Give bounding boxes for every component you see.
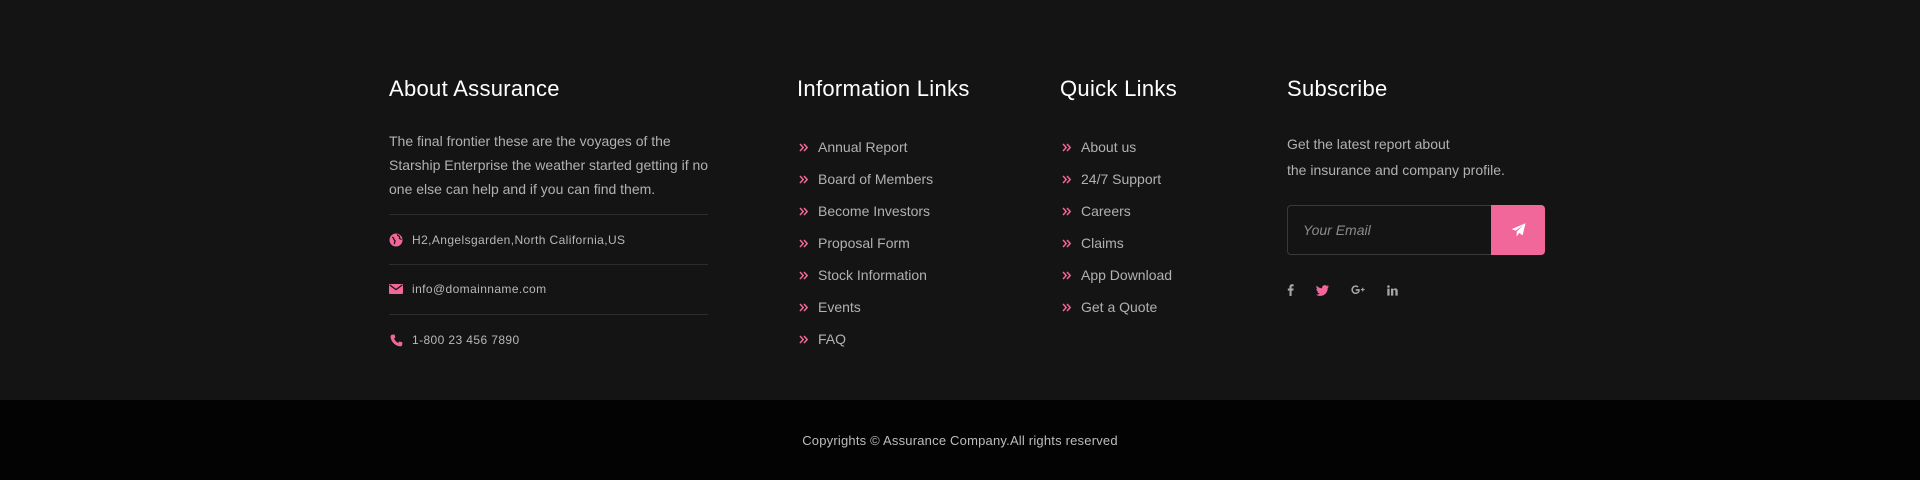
double-chevron-right-icon bbox=[799, 334, 811, 344]
double-chevron-right-icon bbox=[1062, 206, 1074, 216]
quick-link-support[interactable]: 24/7 Support bbox=[1060, 163, 1172, 195]
subscribe-description: Get the latest report about the insuranc… bbox=[1287, 131, 1505, 183]
subscribe-form bbox=[1287, 205, 1545, 255]
contact-email-text[interactable]: info@domainname.com bbox=[412, 282, 547, 296]
link-label[interactable]: FAQ bbox=[818, 331, 846, 347]
subscribe-line-1: Get the latest report about bbox=[1287, 136, 1450, 152]
quick-links-list: About us 24/7 Support Careers Claims App… bbox=[1060, 131, 1172, 323]
link-label[interactable]: Board of Members bbox=[818, 171, 933, 187]
quick-links-heading: Quick Links bbox=[1060, 76, 1178, 101]
link-label[interactable]: Careers bbox=[1081, 203, 1131, 219]
link-label[interactable]: 24/7 Support bbox=[1081, 171, 1161, 187]
copyright-text: Copyrights © Assurance Company.All right… bbox=[802, 432, 1118, 448]
link-label[interactable]: Events bbox=[818, 299, 861, 315]
facebook-icon[interactable] bbox=[1287, 282, 1294, 298]
information-link-proposal-form[interactable]: Proposal Form bbox=[797, 227, 933, 259]
double-chevron-right-icon bbox=[799, 302, 811, 312]
link-label[interactable]: Annual Report bbox=[818, 139, 908, 155]
paper-plane-icon bbox=[1511, 223, 1526, 237]
double-chevron-right-icon bbox=[799, 206, 811, 216]
information-link-board-of-members[interactable]: Board of Members bbox=[797, 163, 933, 195]
globe-icon bbox=[389, 233, 403, 247]
double-chevron-right-icon bbox=[799, 142, 811, 152]
quick-link-claims[interactable]: Claims bbox=[1060, 227, 1172, 259]
double-chevron-right-icon bbox=[799, 238, 811, 248]
contact-phone[interactable]: 1-800 23 456 7890 bbox=[389, 315, 708, 365]
google-plus-icon[interactable] bbox=[1351, 282, 1365, 298]
quick-link-app-download[interactable]: App Download bbox=[1060, 259, 1172, 291]
information-links-heading: Information Links bbox=[797, 76, 970, 101]
information-link-become-investors[interactable]: Become Investors bbox=[797, 195, 933, 227]
double-chevron-right-icon bbox=[1062, 142, 1074, 152]
envelope-icon bbox=[389, 282, 403, 296]
contact-address-text: H2,Angelsgarden,North California,US bbox=[412, 233, 626, 247]
link-label[interactable]: Proposal Form bbox=[818, 235, 910, 251]
twitter-icon[interactable] bbox=[1316, 282, 1329, 298]
double-chevron-right-icon bbox=[1062, 302, 1074, 312]
link-label[interactable]: Claims bbox=[1081, 235, 1124, 251]
contact-phone-text[interactable]: 1-800 23 456 7890 bbox=[412, 333, 520, 347]
link-label[interactable]: App Download bbox=[1081, 267, 1172, 283]
subscribe-email-input[interactable] bbox=[1287, 205, 1492, 255]
subscribe-line-2: the insurance and company profile. bbox=[1287, 162, 1505, 178]
double-chevron-right-icon bbox=[1062, 238, 1074, 248]
information-link-faq[interactable]: FAQ bbox=[797, 323, 933, 355]
subscribe-submit-button[interactable] bbox=[1491, 205, 1545, 255]
link-label[interactable]: Stock Information bbox=[818, 267, 927, 283]
quick-link-careers[interactable]: Careers bbox=[1060, 195, 1172, 227]
phone-icon bbox=[389, 333, 403, 347]
double-chevron-right-icon bbox=[1062, 174, 1074, 184]
quick-link-get-a-quote[interactable]: Get a Quote bbox=[1060, 291, 1172, 323]
information-links-list: Annual Report Board of Members Become In… bbox=[797, 131, 933, 355]
social-links bbox=[1287, 282, 1420, 298]
information-link-stock-information[interactable]: Stock Information bbox=[797, 259, 933, 291]
contact-address: H2,Angelsgarden,North California,US bbox=[389, 215, 708, 265]
quick-link-about-us[interactable]: About us bbox=[1060, 131, 1172, 163]
footer-main: About Assurance The final frontier these… bbox=[0, 0, 1920, 400]
linkedin-icon[interactable] bbox=[1387, 282, 1398, 298]
double-chevron-right-icon bbox=[799, 270, 811, 280]
subscribe-heading: Subscribe bbox=[1287, 76, 1388, 101]
information-link-events[interactable]: Events bbox=[797, 291, 933, 323]
double-chevron-right-icon bbox=[1062, 270, 1074, 280]
information-link-annual-report[interactable]: Annual Report bbox=[797, 131, 933, 163]
contact-email[interactable]: info@domainname.com bbox=[389, 264, 708, 314]
about-heading: About Assurance bbox=[389, 76, 560, 101]
about-text: The final frontier these are the voyages… bbox=[389, 133, 709, 197]
link-label[interactable]: About us bbox=[1081, 139, 1136, 155]
link-label[interactable]: Become Investors bbox=[818, 203, 930, 219]
double-chevron-right-icon bbox=[799, 174, 811, 184]
copyright-bar: Copyrights © Assurance Company.All right… bbox=[0, 400, 1920, 480]
link-label[interactable]: Get a Quote bbox=[1081, 299, 1157, 315]
